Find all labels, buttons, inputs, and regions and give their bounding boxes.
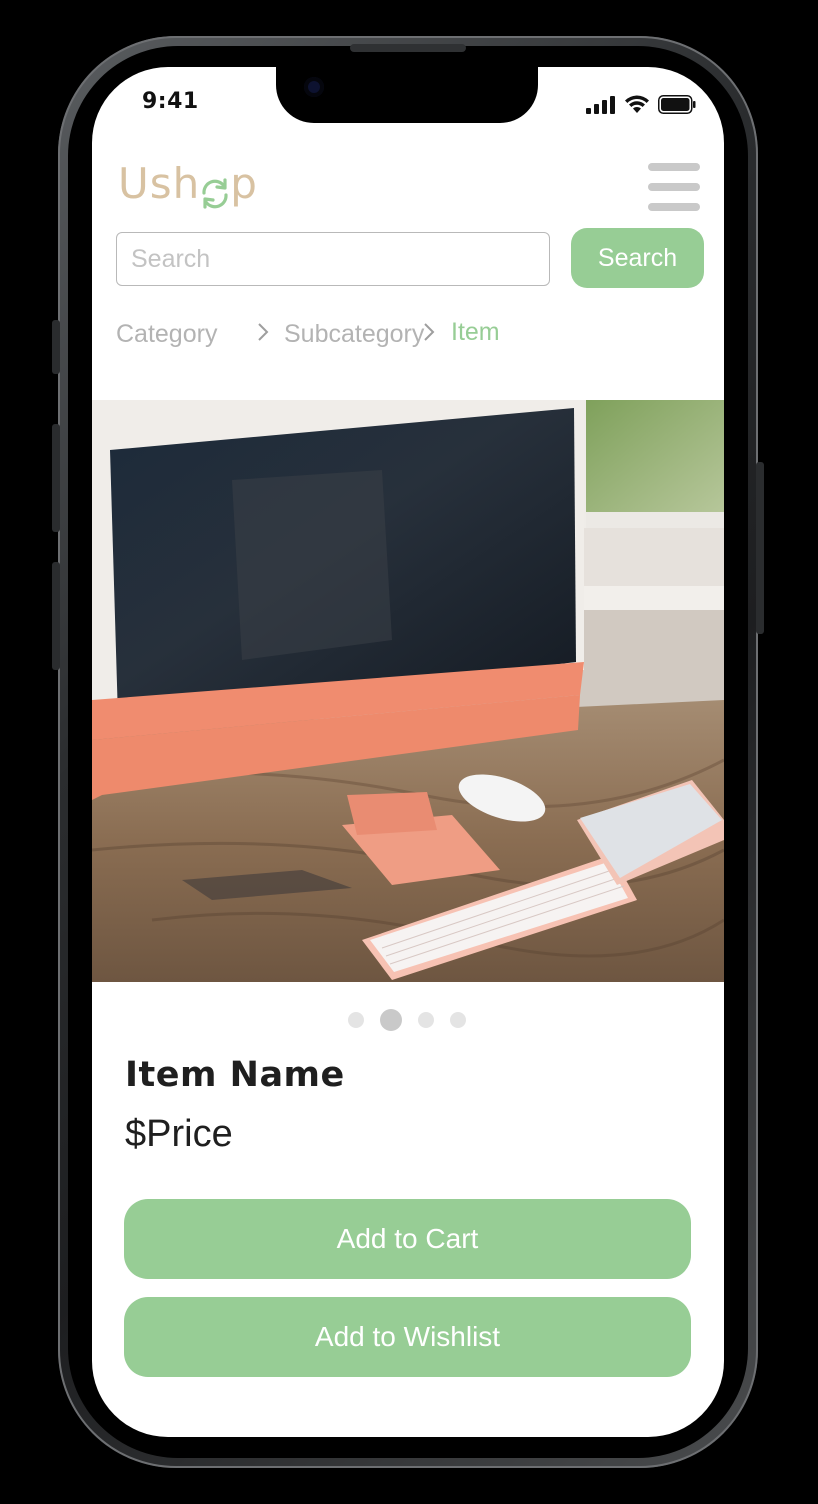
recycle-arrows-icon [200, 171, 230, 209]
power-button [756, 462, 764, 634]
chevron-right-icon [258, 323, 269, 341]
speaker-slot [350, 44, 466, 52]
product-photo [92, 400, 724, 982]
app-screen: 9:41 Ush p Search Search Category Subcat… [92, 67, 724, 1437]
carousel-dot-2[interactable] [380, 1009, 402, 1031]
status-time: 9:41 [142, 89, 199, 114]
notch [276, 67, 538, 123]
breadcrumb-category[interactable]: Category [116, 320, 217, 349]
menu-bar [648, 163, 700, 171]
menu-bar [648, 203, 700, 211]
carousel-dot-3[interactable] [418, 1012, 434, 1028]
carousel-dots [92, 1009, 724, 1033]
cellular-signal-icon [586, 95, 615, 114]
search-input[interactable] [116, 232, 550, 286]
logo-text-end: p [230, 159, 258, 208]
front-camera-icon [304, 77, 324, 97]
carousel-dot-4[interactable] [450, 1012, 466, 1028]
battery-icon [658, 95, 696, 114]
item-price: $Price [125, 1113, 233, 1155]
silent-switch [52, 320, 60, 374]
product-image[interactable] [92, 400, 724, 982]
add-to-cart-button[interactable]: Add to Cart [124, 1199, 691, 1279]
breadcrumb-subcategory[interactable]: Subcategory [284, 320, 424, 349]
volume-down-button [52, 562, 60, 670]
search-button[interactable]: Search [571, 228, 704, 288]
wifi-icon [625, 95, 649, 113]
menu-bar [648, 183, 700, 191]
logo-text-start: Ush [118, 159, 201, 208]
volume-up-button [52, 424, 60, 532]
status-icons [586, 95, 696, 114]
hamburger-menu-icon[interactable] [648, 163, 700, 211]
carousel-dot-1[interactable] [348, 1012, 364, 1028]
add-to-wishlist-button[interactable]: Add to Wishlist [124, 1297, 691, 1377]
chevron-right-icon [424, 323, 435, 341]
breadcrumb-item[interactable]: Item [451, 318, 500, 347]
ushop-logo[interactable]: Ush p [118, 159, 258, 209]
item-name: Item Name [125, 1055, 345, 1095]
